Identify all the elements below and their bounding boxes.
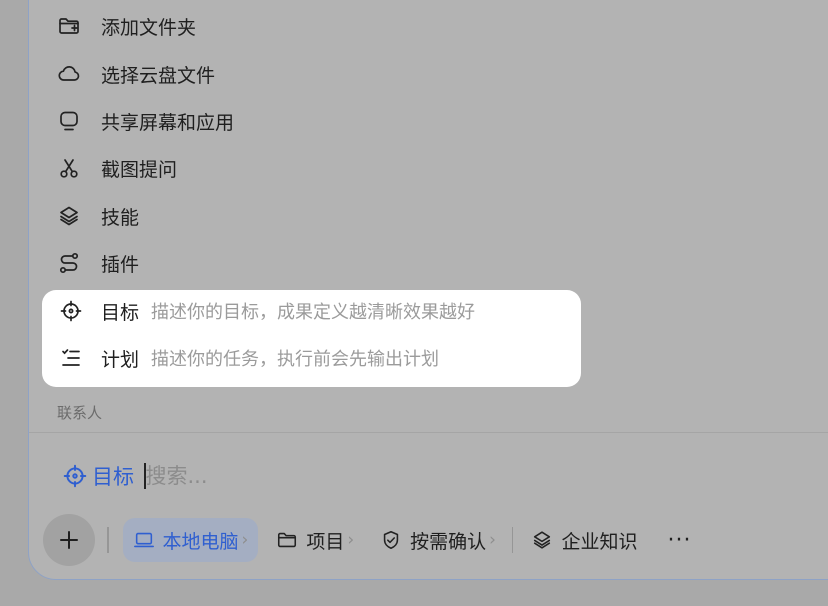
goal-hint: 描述你的目标，成果定义越清晰效果越好 (151, 302, 476, 323)
menu-item-plan[interactable]: 计划 描述你的任务，执行前会先输出计划 (58, 338, 439, 378)
layers-icon (56, 203, 82, 229)
screen-share-icon (56, 108, 82, 134)
menu-item-label: 插件 (101, 253, 140, 276)
menu-item-cloud-files[interactable]: 选择云盘文件 (56, 54, 215, 94)
menu-item-add-folder[interactable]: 添加文件夹 (56, 6, 196, 46)
goal-label: 目标 (101, 301, 140, 324)
confirm-mode-button[interactable]: 按需确认 › (370, 518, 506, 562)
menu-item-plugins[interactable]: 插件 (56, 243, 139, 283)
search-input[interactable] (145, 464, 446, 488)
add-button[interactable] (43, 514, 95, 566)
menu-item-screenshot-ask[interactable]: 截图提问 (56, 148, 177, 188)
chevron-right-icon: › (489, 530, 496, 550)
layers-icon (534, 531, 551, 549)
chevron-right-icon: › (241, 530, 249, 550)
folder-icon (278, 532, 297, 548)
menu-item-label: 添加文件夹 (101, 16, 197, 39)
menu-item-goal[interactable]: 目标 描述你的目标，成果定义越清晰效果越好 (58, 291, 475, 331)
menu-item-skills[interactable]: 技能 (56, 196, 139, 236)
plan-hint: 描述你的任务，执行前会先输出计划 (151, 349, 440, 370)
chevron-right-icon: › (347, 530, 355, 550)
highlighted-options-card: 目标 描述你的目标，成果定义越清晰效果越好 计划 描述你的任务，执行前会先输出计… (42, 290, 581, 387)
target-icon (63, 464, 87, 488)
menu-item-label: 共享屏幕和应用 (101, 111, 235, 134)
folder-add-icon (56, 13, 82, 39)
menu-item-label: 技能 (101, 206, 140, 229)
plan-label: 计划 (101, 348, 140, 371)
goal-mode-chip[interactable]: 目标 (62, 461, 134, 491)
menu-item-share-screen[interactable]: 共享屏幕和应用 (56, 101, 234, 141)
knowledge-button[interactable]: 企业知识 (521, 518, 647, 562)
local-pc-button[interactable]: 本地电脑 › (122, 518, 259, 562)
project-button[interactable]: 项目 › (266, 518, 364, 562)
project-label: 项目 (306, 530, 345, 553)
composer-input-row: 目标 (62, 456, 446, 496)
scissors-icon (56, 155, 82, 181)
toolbar-divider (511, 527, 514, 553)
knowledge-label: 企业知识 (561, 530, 638, 553)
menu-item-label: 截图提问 (101, 158, 178, 181)
check-circle-icon (383, 530, 399, 550)
menu-item-label: 选择云盘文件 (101, 64, 216, 87)
plan-list-icon (58, 345, 84, 371)
laptop-icon (133, 532, 154, 548)
more-options-icon[interactable]: ··· (668, 528, 692, 553)
cloud-icon (56, 61, 82, 87)
target-icon (58, 298, 84, 324)
plus-icon (60, 531, 78, 549)
composer-toolbar: 本地电脑 › 项目 › 按需确认 › 企业知识 ··· (43, 514, 691, 566)
contacts-section-label: 联系人 (57, 404, 103, 422)
goal-mode-label: 目标 (92, 465, 134, 489)
toolbar-divider (107, 527, 109, 553)
divider (29, 432, 828, 433)
local-pc-label: 本地电脑 (162, 530, 239, 553)
confirm-mode-label: 按需确认 (410, 530, 487, 553)
plugin-icon (56, 250, 82, 276)
